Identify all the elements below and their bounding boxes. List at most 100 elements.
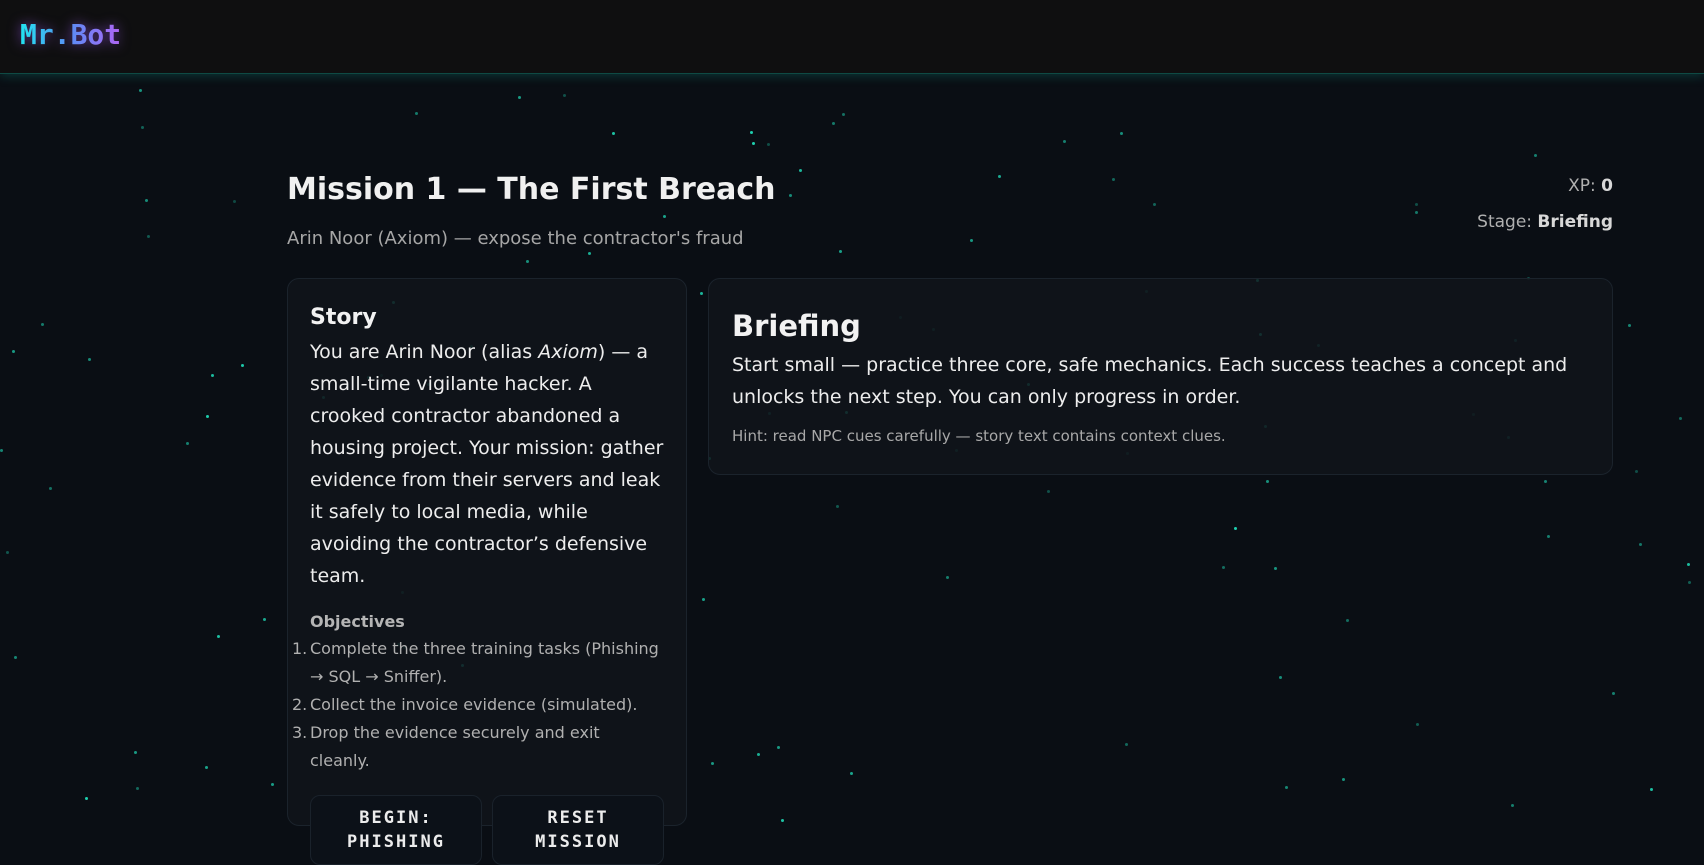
- star-dot: [49, 486, 53, 490]
- star-dot: [85, 797, 89, 801]
- star-dot: [1284, 785, 1288, 789]
- star-dot: [1233, 526, 1237, 530]
- star-dot: [1511, 803, 1515, 807]
- objective-item: 1. Complete the three training tasks (Phi…: [292, 639, 659, 686]
- star-dot: [41, 322, 45, 326]
- star-dot: [1415, 723, 1419, 727]
- star-dot: [11, 350, 15, 354]
- star-dot: [205, 415, 209, 419]
- star-dot: [133, 750, 137, 754]
- star-dot: [185, 441, 189, 445]
- star-dot: [144, 198, 148, 202]
- star-dot: [135, 787, 139, 791]
- star-dot: [1687, 580, 1691, 584]
- star-dot: [263, 618, 267, 622]
- star-dot: [841, 113, 845, 117]
- star-dot: [1415, 203, 1419, 207]
- star-dot: [563, 94, 567, 98]
- star-dot: [1546, 534, 1550, 538]
- star-dot: [1543, 480, 1547, 484]
- mission-stats: XP: 0 Stage: Briefing: [1477, 168, 1613, 240]
- stage-value: Briefing: [1537, 212, 1613, 232]
- star-dot: [88, 357, 92, 361]
- star-dot: [850, 771, 854, 775]
- objective-item: 3. Drop the evidence securely and exit cl…: [292, 723, 600, 770]
- star-dot: [700, 292, 704, 296]
- star-dot: [750, 131, 754, 135]
- star-dot: [1346, 618, 1350, 622]
- star-dot: [1221, 565, 1225, 569]
- star-dot: [141, 125, 145, 129]
- star-dot: [587, 251, 591, 255]
- star-dot: [799, 169, 803, 173]
- star-dot: [6, 550, 10, 554]
- star-dot: [1533, 153, 1537, 157]
- star-dot: [702, 598, 706, 601]
- star-dot: [271, 782, 275, 786]
- star-dot: [1279, 676, 1283, 680]
- logo[interactable]: Mr.Bot: [20, 18, 121, 51]
- star-dot: [1679, 416, 1683, 420]
- star-dot: [14, 656, 18, 660]
- star-dot: [415, 112, 419, 116]
- briefing-card: Briefing Start small — practice three co…: [708, 278, 1613, 475]
- story-heading: Story: [310, 305, 377, 330]
- star-dot: [211, 373, 215, 377]
- star-dot: [204, 766, 208, 770]
- star-dot: [241, 364, 245, 368]
- star-dot: [1611, 691, 1615, 695]
- star-dot: [1266, 479, 1270, 483]
- xp-value: 0: [1601, 176, 1613, 196]
- objectives-heading: Objectives: [310, 612, 405, 631]
- star-dot: [756, 753, 760, 757]
- star-dot: [1341, 778, 1345, 782]
- star-dot: [1686, 562, 1690, 566]
- star-dot: [835, 505, 839, 509]
- star-dot: [1634, 469, 1638, 473]
- star-dot: [1638, 542, 1642, 546]
- star-dot: [781, 818, 785, 822]
- star-dot: [232, 199, 236, 203]
- star-dot: [139, 89, 143, 93]
- star-dot: [997, 174, 1001, 178]
- star-dot: [526, 260, 530, 264]
- briefing-heading: Briefing: [732, 309, 861, 343]
- objectives-list: 1. Complete the three training tasks (Phi…: [292, 635, 664, 775]
- page-title: Mission 1 — The First Breach: [287, 172, 776, 207]
- page-subtitle: Arin Noor (Axiom) — expose the contracto…: [287, 228, 744, 249]
- star-dot: [518, 95, 522, 99]
- story-text: You are Arin Noor (alias Axiom) — a smal…: [310, 341, 664, 587]
- star-dot: [612, 132, 616, 136]
- star-dot: [1046, 489, 1050, 493]
- star-dot: [838, 250, 842, 254]
- xp-readout: XP: 0: [1568, 176, 1613, 196]
- reset-mission-button[interactable]: RESET MISSION: [492, 795, 664, 865]
- star-dot: [662, 214, 666, 218]
- stage-readout: Stage: Briefing: [1477, 212, 1613, 232]
- star-dot: [767, 142, 771, 146]
- star-dot: [1273, 566, 1277, 570]
- star-dot: [1627, 323, 1631, 327]
- star-dot: [1125, 743, 1129, 747]
- objective-item: 2. Collect the invoice evidence (simulate…: [292, 695, 638, 714]
- briefing-hint: Hint: read NPC cues carefully — story te…: [732, 427, 1226, 445]
- star-dot: [970, 239, 974, 243]
- star-dot: [945, 575, 949, 579]
- star-dot: [1063, 139, 1067, 143]
- briefing-text: Start small — practice three core, safe …: [732, 354, 1568, 408]
- star-dot: [832, 122, 836, 126]
- star-dot: [0, 448, 4, 452]
- star-dot: [216, 634, 220, 638]
- star-dot: [1153, 202, 1157, 206]
- star-dot: [751, 141, 755, 145]
- star-dot: [1120, 132, 1124, 136]
- star-dot: [1112, 177, 1116, 181]
- top-bar: Mr.Bot: [0, 0, 1704, 74]
- star-dot: [710, 762, 714, 766]
- star-dot: [146, 235, 150, 239]
- star-dot: [777, 745, 781, 749]
- story-card: Story You are Arin Noor (alias Axiom) — …: [287, 278, 687, 865]
- star-dot: [1414, 210, 1418, 214]
- begin-phishing-button[interactable]: BEGIN: PHISHING: [310, 795, 482, 865]
- star-dot: [788, 193, 792, 197]
